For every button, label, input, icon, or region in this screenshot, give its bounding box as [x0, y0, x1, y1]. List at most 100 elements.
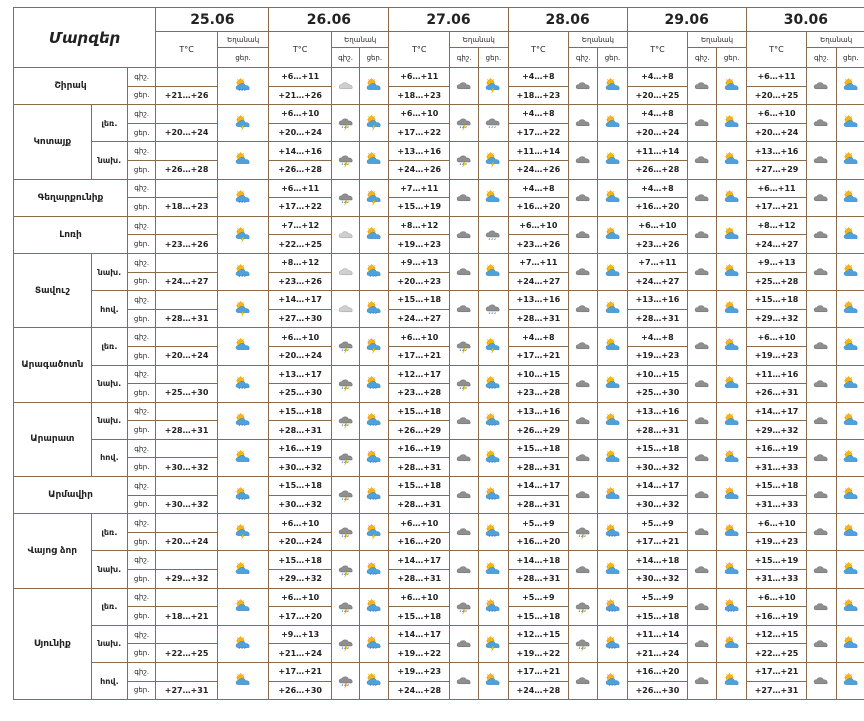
temperature-range: +18…+23 [508, 86, 569, 105]
temperature-range: +6…+10 [627, 216, 688, 235]
night-period-header: գիշ. [569, 48, 598, 68]
weather-icon-cell [569, 625, 598, 662]
night-period-header: գիշ. [807, 48, 836, 68]
temperature-range: +6…+11 [269, 68, 332, 87]
weather-icon-cell [450, 105, 479, 142]
weather-icon-cell [569, 216, 598, 253]
cloud-icon [453, 301, 475, 317]
sun-behind-cloud-icon [840, 673, 862, 689]
temperature-range [156, 625, 218, 644]
temperature-range: +15…+18 [269, 402, 332, 421]
weather-icon-cell [360, 253, 389, 290]
temperature-range: +15…+18 [389, 291, 450, 310]
cloud-icon [810, 227, 832, 243]
weather-icon-cell [450, 514, 479, 551]
sun-behind-cloud-icon [840, 450, 862, 466]
sun-behind-cloud-icon [840, 152, 862, 168]
temperature-range: +31…+33 [746, 458, 807, 477]
temperature-range: +25…+30 [269, 384, 332, 403]
light-cloud-icon [335, 301, 357, 317]
period-label: ցեր. [128, 86, 156, 105]
temperature-range: +24…+27 [746, 235, 807, 254]
temperature-range: +4…+8 [627, 179, 688, 198]
sun-behind-cloud-rain-icon [482, 413, 504, 429]
weather-icon-cell [836, 477, 864, 514]
temperature-range: +20…+24 [156, 346, 218, 365]
weather-icon-cell [688, 365, 717, 402]
weather-icon-cell [331, 68, 359, 105]
cloud-icon [810, 450, 832, 466]
table-row: նախ.գիշ.+13…+17+12…+17+10…+15+10…+15+11…… [14, 365, 864, 384]
cloud-lightning-rain-icon [335, 413, 357, 429]
temperature-range: +7…+11 [508, 253, 569, 272]
weather-icon-cell [836, 663, 864, 700]
temp-header: T°C [746, 32, 807, 68]
temperature-range: +6…+10 [389, 105, 450, 124]
period-label: ցեր. [128, 160, 156, 179]
weather-icon-cell [360, 439, 389, 476]
weather-icon-cell [688, 142, 717, 179]
temperature-range: +15…+18 [508, 607, 569, 626]
period-label: ցեր. [128, 607, 156, 626]
weather-icon-cell [360, 551, 389, 588]
cloud-icon [691, 227, 713, 243]
temperature-range: +13…+17 [269, 365, 332, 384]
temperature-range: +19…+23 [746, 346, 807, 365]
sun-behind-cloud-rain-icon [232, 78, 254, 94]
weather-icon-cell [450, 328, 479, 365]
weather-icon-cell [450, 291, 479, 328]
weather-icon-cell [479, 328, 508, 365]
weather-icon-cell [836, 142, 864, 179]
sun-behind-cloud-rain-icon [232, 413, 254, 429]
sun-cloud-lightning-icon [363, 338, 385, 354]
temperature-range: +14…+18 [627, 551, 688, 570]
sun-behind-cloud-icon [232, 338, 254, 354]
temperature-range: +25…+30 [156, 384, 218, 403]
region-name: Կոտայք [14, 105, 92, 179]
cloud-icon [453, 636, 475, 652]
weather-icon-cell [836, 328, 864, 365]
table-row: հով.գիշ.+14…+17+15…+18+13…+16+13…+16+15…… [14, 291, 864, 310]
sun-behind-cloud-icon [602, 227, 624, 243]
light-cloud-icon [335, 78, 357, 94]
day-period-header: ցեր. [836, 48, 864, 68]
temperature-range: +28…+31 [508, 458, 569, 477]
cloud-icon [572, 301, 594, 317]
cloud-icon [453, 190, 475, 206]
weather-icon-cell [569, 551, 598, 588]
temperature-range: +17…+21 [508, 663, 569, 682]
period-label: գիշ. [128, 253, 156, 272]
temperature-range: +26…+29 [389, 421, 450, 440]
temperature-range: +16…+20 [627, 198, 688, 217]
temperature-range: +30…+32 [269, 458, 332, 477]
weather-icon-cell [688, 625, 717, 662]
temperature-range [156, 253, 218, 272]
day-period-header: ցեր. [479, 48, 508, 68]
weather-icon-cell [836, 216, 864, 253]
sun-behind-cloud-icon [840, 599, 862, 615]
weather-icon-cell [598, 291, 627, 328]
temperature-range: +16…+20 [389, 532, 450, 551]
weather-icon-cell [598, 68, 627, 105]
temperature-range: +24…+26 [508, 160, 569, 179]
weather-icon-cell [836, 105, 864, 142]
period-label: ցեր. [128, 384, 156, 403]
period-label: գիշ. [128, 68, 156, 87]
cloud-icon [810, 301, 832, 317]
weather-icon-cell [217, 402, 268, 439]
temperature-range: +6…+11 [746, 68, 807, 87]
sun-behind-cloud-rain-icon [363, 487, 385, 503]
sun-behind-cloud-icon [721, 376, 743, 392]
day-header: 30.06 [746, 8, 864, 32]
weather-icon-cell [479, 402, 508, 439]
temperature-range: +19…+23 [389, 663, 450, 682]
weather-icon-cell [479, 365, 508, 402]
weather-icon-cell [598, 514, 627, 551]
weather-icon-cell [807, 402, 836, 439]
cloud-icon [691, 338, 713, 354]
temperature-range: +30…+32 [156, 495, 218, 514]
night-period-header: գիշ. [450, 48, 479, 68]
weather-icon-cell [717, 179, 746, 216]
temp-header: T°C [508, 32, 569, 68]
weather-icon-cell [717, 253, 746, 290]
